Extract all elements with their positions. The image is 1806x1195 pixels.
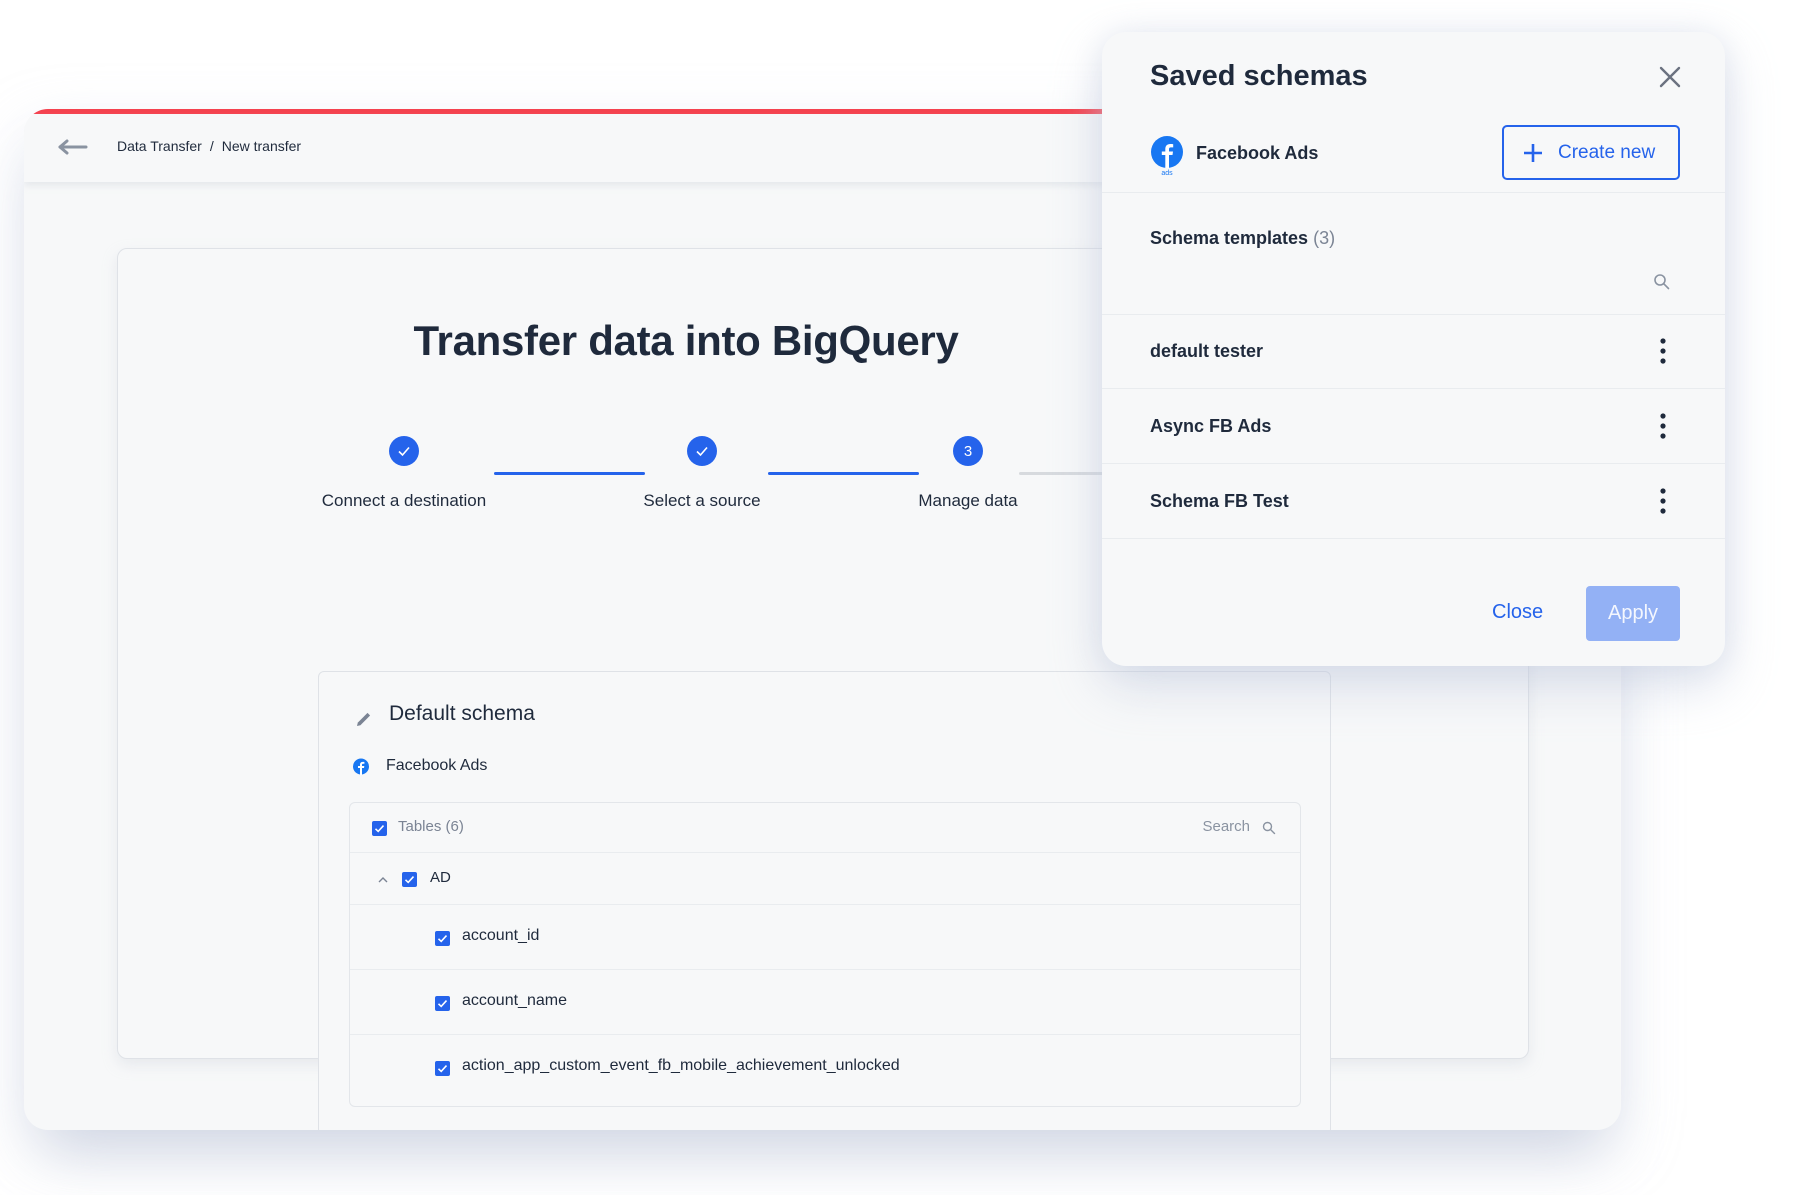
divider	[1102, 192, 1725, 193]
schema-card: Default schema Facebook Ads Tables (6) S…	[318, 671, 1331, 1130]
pencil-icon[interactable]	[355, 710, 373, 728]
create-new-button[interactable]: Create new	[1502, 125, 1680, 180]
plus-icon	[1524, 143, 1542, 162]
template-name: default tester	[1150, 341, 1264, 361]
facebook-ads-icon	[353, 758, 369, 775]
field-checkbox[interactable]	[435, 1061, 450, 1076]
field-row: account_id	[350, 905, 1300, 970]
chevron-up-icon[interactable]	[377, 876, 389, 884]
template-item[interactable]: Async FB Ads	[1102, 390, 1725, 464]
more-options-icon[interactable]	[1656, 486, 1670, 516]
apply-button[interactable]: Apply	[1586, 586, 1680, 641]
tables-header-row: Tables (6) Search	[350, 803, 1300, 853]
step-1-label[interactable]: Connect a destination	[322, 491, 486, 511]
step-3-number: 3	[953, 436, 983, 466]
template-name: Async FB Ads	[1150, 416, 1272, 436]
breadcrumb-item-data-transfer[interactable]: Data Transfer	[117, 138, 202, 154]
saved-schemas-panel: Saved schemas ads Facebook Ads Create ne…	[1102, 32, 1725, 666]
field-checkbox[interactable]	[435, 996, 450, 1011]
field-name: account_id	[462, 927, 540, 944]
field-name: account_name	[462, 992, 567, 1009]
more-options-icon[interactable]	[1656, 411, 1670, 441]
tables-count-label: Tables (6)	[398, 818, 464, 835]
close-button[interactable]: Close	[1492, 601, 1543, 624]
template-item[interactable]: default tester	[1102, 315, 1725, 389]
tables-search-input[interactable]: Search	[1202, 818, 1250, 835]
step-connector-2	[768, 472, 919, 475]
table-row-ad: AD	[350, 853, 1300, 905]
close-icon[interactable]	[1657, 64, 1683, 90]
field-name: action_app_custom_event_fb_mobile_achiev…	[462, 1057, 900, 1074]
field-checkbox[interactable]	[435, 931, 450, 946]
more-options-icon[interactable]	[1656, 336, 1670, 366]
arrow-left-icon[interactable]	[58, 138, 88, 156]
panel-title: Saved schemas	[1150, 60, 1368, 92]
step-2-check-icon	[687, 436, 717, 466]
step-connector-1	[494, 472, 645, 475]
svg-text:ads: ads	[1161, 170, 1173, 176]
select-all-tables-checkbox[interactable]	[372, 821, 387, 836]
search-icon[interactable]	[1653, 273, 1671, 291]
step-3-label[interactable]: Manage data	[918, 491, 1017, 511]
template-item[interactable]: Schema FB Test	[1102, 465, 1725, 539]
field-row: action_app_custom_event_fb_mobile_achiev…	[350, 1035, 1300, 1107]
step-1-check-icon	[389, 436, 419, 466]
breadcrumb-separator: /	[209, 138, 214, 154]
schema-title: Default schema	[389, 702, 535, 725]
table-name: AD	[430, 869, 451, 886]
field-row: account_name	[350, 970, 1300, 1035]
breadcrumb: Data Transfer / New transfer	[117, 138, 301, 154]
template-name: Schema FB Test	[1150, 491, 1289, 511]
step-2-label[interactable]: Select a source	[643, 491, 760, 511]
tables-list: Tables (6) Search AD account_id account_…	[349, 802, 1301, 1107]
search-icon[interactable]	[1262, 821, 1276, 835]
templates-heading: Schema templates (3)	[1150, 228, 1336, 248]
table-ad-checkbox[interactable]	[402, 872, 417, 887]
templates-count: (3)	[1313, 228, 1336, 248]
panel-source-name: Facebook Ads	[1196, 143, 1319, 163]
facebook-ads-icon: ads	[1151, 136, 1183, 176]
breadcrumb-item-new-transfer: New transfer	[221, 138, 302, 154]
schema-source: Facebook Ads	[386, 757, 488, 774]
